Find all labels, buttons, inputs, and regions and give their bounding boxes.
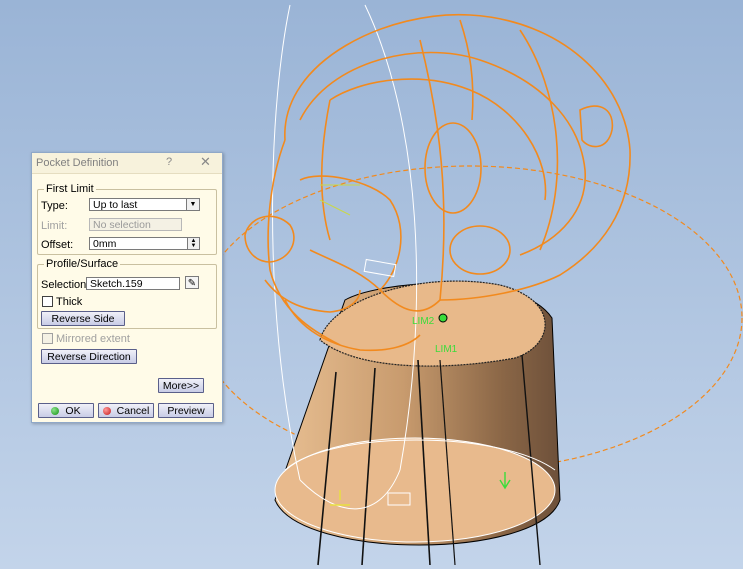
thick-label: Thick — [56, 296, 83, 308]
reverse-direction-button[interactable]: Reverse Direction — [41, 349, 137, 364]
offset-field[interactable]: 0mm ▲ ▼ — [89, 237, 200, 250]
limit-label: Limit: — [41, 220, 68, 232]
thick-checkbox[interactable] — [42, 296, 53, 307]
chevron-down-icon[interactable]: ▼ — [186, 199, 199, 210]
type-select-value: Up to last — [93, 199, 138, 211]
cancel-label: Cancel — [116, 405, 150, 417]
sketch-edit-icon[interactable]: ✎ — [185, 276, 199, 289]
dialog-button-bar: OK Cancel Preview — [32, 398, 222, 422]
selection-field-value: Sketch.159 — [90, 278, 143, 290]
reverse-side-button[interactable]: Reverse Side — [41, 311, 125, 326]
profile-surface-legend: Profile/Surface — [44, 258, 121, 270]
pocket-definition-dialog[interactable]: Pocket Definition ? ✕ First Limit Type: … — [31, 152, 223, 423]
offset-spinner[interactable]: ▲ ▼ — [187, 238, 199, 249]
lim2-label: LIM2 — [412, 316, 435, 327]
selection-label: Selection: — [41, 279, 90, 291]
cancel-button[interactable]: Cancel — [98, 403, 154, 418]
pick-point — [438, 313, 448, 323]
offset-field-value: 0mm — [93, 238, 117, 250]
selection-field[interactable]: Sketch.159 — [86, 277, 180, 290]
dialog-title: Pocket Definition — [36, 157, 119, 169]
mirrored-extent-checkbox[interactable] — [42, 333, 53, 344]
type-label: Type: — [41, 200, 68, 212]
type-select[interactable]: Up to last ▼ — [89, 198, 200, 211]
limit-field-value: No selection — [93, 219, 151, 231]
more-button[interactable]: More>> — [158, 378, 204, 393]
dialog-titlebar[interactable]: Pocket Definition ? ✕ — [32, 153, 222, 174]
close-icon[interactable]: ✕ — [200, 154, 211, 170]
ok-label: OK — [65, 405, 81, 417]
lim1-label: LIM1 — [435, 344, 458, 355]
ok-icon — [51, 407, 60, 415]
mirrored-extent-label: Mirrored extent — [56, 333, 130, 345]
preview-button[interactable]: Preview — [158, 403, 214, 418]
spin-down-icon[interactable]: ▼ — [188, 243, 199, 249]
limit-field: No selection — [89, 218, 182, 231]
help-icon[interactable]: ? — [166, 156, 172, 168]
cancel-icon — [102, 407, 111, 415]
first-limit-legend: First Limit — [44, 183, 96, 195]
offset-label: Offset: — [41, 239, 74, 251]
construction-curve — [272, 4, 301, 481]
ok-button[interactable]: OK — [38, 403, 94, 418]
